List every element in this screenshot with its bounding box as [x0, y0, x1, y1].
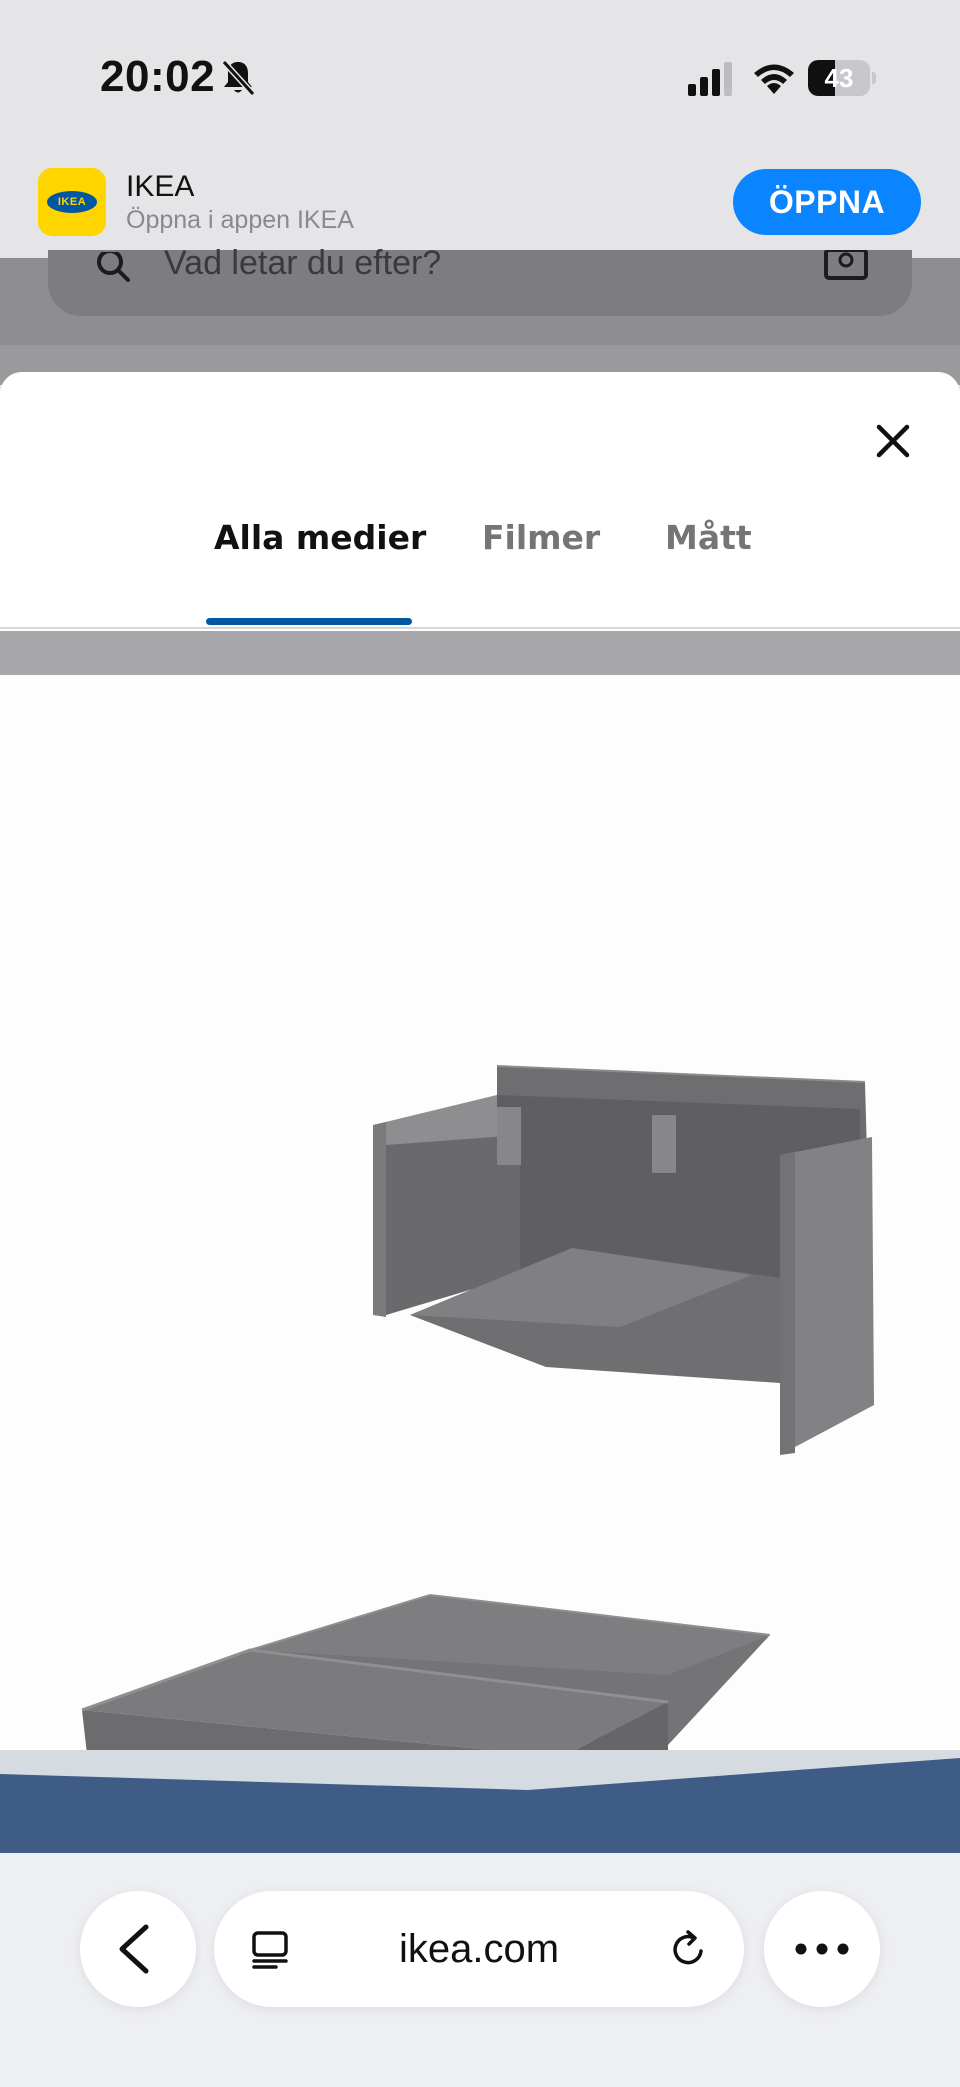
open-app-button[interactable]: ÖPPNA — [733, 169, 921, 235]
tab-videos[interactable]: Filmer — [482, 518, 600, 608]
battery-indicator: 43 — [808, 60, 876, 96]
active-tab-indicator — [206, 618, 412, 625]
ikea-app-icon: IKEA — [38, 168, 106, 236]
battery-level: 43 — [824, 63, 854, 93]
app-subtitle: Öppna i appen IKEA — [126, 206, 354, 234]
status-time: 20:02 — [100, 52, 216, 101]
close-icon[interactable] — [868, 416, 918, 466]
ceiling-shape — [0, 1750, 960, 1790]
tab-divider — [0, 627, 960, 629]
app-name: IKEA — [126, 170, 195, 203]
media-strip — [0, 631, 960, 675]
ikea-logo-text: IKEA — [57, 196, 87, 208]
back-button[interactable] — [80, 1891, 196, 2007]
more-dots-icon — [795, 1943, 849, 1955]
battery-body: 43 — [808, 60, 870, 96]
camera-icon — [824, 250, 868, 280]
search-icon — [97, 252, 130, 282]
media-tabs: Alla medier Filmer Mått — [0, 512, 960, 602]
bell-slash-icon — [221, 59, 256, 97]
media-modal: Alla medier Filmer Mått — [0, 372, 960, 2087]
background-search-bar: Vad letar du efter? — [48, 244, 912, 316]
ikea-logo: IKEA — [47, 191, 97, 213]
status-bar: 20:02 43 — [0, 0, 960, 150]
screen: 20:02 43 IKEA IKEA Öppna i appen IKEA ÖP… — [0, 0, 960, 2087]
url-text[interactable]: ikea.com — [214, 1891, 744, 2007]
wifi-icon — [754, 64, 794, 94]
chevron-left-icon — [119, 1924, 149, 1974]
address-bar[interactable]: ikea.com — [214, 1891, 744, 2007]
sofa-bed-illustration — [81, 1065, 874, 1750]
browser-toolbar: ikea.com — [0, 1853, 960, 2087]
cellular-signal-icon — [688, 62, 732, 96]
more-button[interactable] — [764, 1891, 880, 2007]
tab-measurements[interactable]: Mått — [665, 518, 752, 608]
smart-app-banner: IKEA IKEA Öppna i appen IKEA ÖPPNA — [0, 150, 960, 258]
reload-icon[interactable] — [668, 1929, 710, 1971]
tab-all-media[interactable]: Alla medier — [214, 518, 426, 608]
battery-cap — [872, 72, 876, 84]
background-search-placeholder: Vad letar du efter? — [164, 244, 442, 282]
product-image[interactable] — [0, 675, 960, 1750]
